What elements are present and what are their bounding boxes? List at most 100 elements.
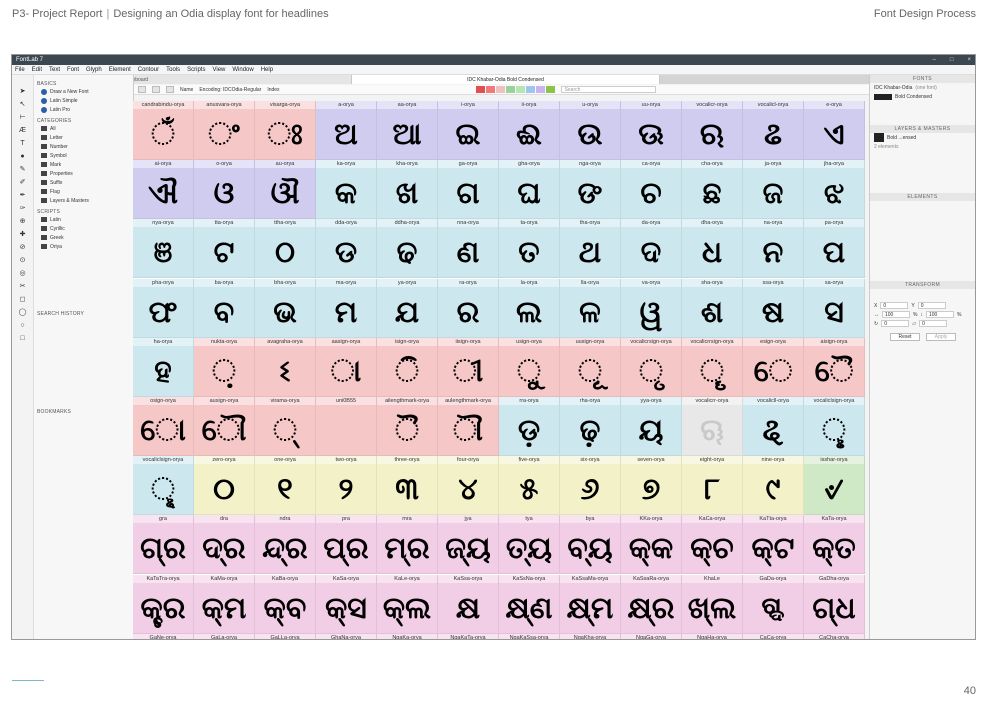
color-swatch[interactable] bbox=[475, 86, 485, 93]
rectangle-icon[interactable]: ◻ bbox=[18, 295, 27, 304]
kerning-icon[interactable]: Æ bbox=[18, 126, 27, 135]
glyph-cell[interactable]: kha-orya ଖ bbox=[377, 160, 438, 220]
glyph-cell[interactable]: esign-oryaେ bbox=[743, 337, 804, 397]
glyph-cell[interactable]: ca-orya ଚ bbox=[621, 160, 682, 220]
close-icon[interactable]: × bbox=[967, 57, 971, 63]
tab-sketchboard[interactable]: Sketchboard bbox=[112, 75, 352, 84]
glyph-cell[interactable]: GaNe-orya bbox=[133, 633, 194, 639]
glyph-cell[interactable]: ba-orya ବ bbox=[194, 278, 255, 338]
glyph-cell[interactable]: vocalicrrsign-oryaୄ bbox=[682, 337, 743, 397]
glyph-cell[interactable]: KaSsaRa-orya କ୍ଷ୍ର bbox=[621, 574, 682, 634]
glyph-cell[interactable]: two-orya ୨ bbox=[316, 456, 377, 516]
glyph-cell[interactable]: lla-orya ଳ bbox=[560, 278, 621, 338]
text-icon[interactable]: T bbox=[18, 139, 27, 148]
name-mode[interactable]: Name bbox=[180, 87, 193, 93]
glyph-cell[interactable]: GaDha-orya ଗ୍ଧ bbox=[804, 574, 865, 634]
glyph-cell[interactable]: tya ତ୍ୟ bbox=[499, 515, 560, 575]
glyph-cell[interactable]: ra-orya ର bbox=[438, 278, 499, 338]
menu-item[interactable]: Font bbox=[67, 67, 79, 73]
category-item[interactable]: Symbol bbox=[37, 151, 130, 160]
glyph-cell[interactable]: pra ପ୍ର bbox=[316, 515, 377, 575]
glyph-cell[interactable]: iisign-oryaୀ bbox=[438, 337, 499, 397]
x-field[interactable]: 0 bbox=[880, 302, 909, 309]
pen-icon[interactable]: ✎ bbox=[18, 165, 27, 174]
glyph-cell[interactable]: ddha-orya ଢ bbox=[377, 219, 438, 279]
menu-item[interactable]: Glyph bbox=[86, 67, 102, 73]
height-field[interactable]: 100 bbox=[925, 311, 954, 318]
encoding-selector[interactable]: Encoding: IDCOdia-Regular bbox=[199, 87, 261, 93]
glyph-cell[interactable]: aasign-oryaା bbox=[316, 337, 377, 397]
info-icon[interactable] bbox=[138, 86, 146, 93]
glyph-cell[interactable]: KKa-orya କ୍କ bbox=[621, 515, 682, 575]
color-swatch[interactable] bbox=[515, 86, 525, 93]
glyph-cell[interactable]: KaTaTra-orya କ୍ତ୍ର bbox=[133, 574, 194, 634]
glyph-cell[interactable]: dra ଦ୍ର bbox=[194, 515, 255, 575]
maximize-icon[interactable]: □ bbox=[950, 57, 954, 63]
pointer-icon[interactable]: ➤ bbox=[18, 87, 27, 96]
glyph-cell[interactable]: vocalicrsign-oryaୃ bbox=[621, 337, 682, 397]
glyph-cell[interactable]: jya ଜ୍ୟ bbox=[438, 515, 499, 575]
glyph-cell[interactable]: tha-orya ଥ bbox=[560, 219, 621, 279]
glyph-cell[interactable]: pha-orya ଫ bbox=[133, 278, 194, 338]
search-input[interactable]: Search bbox=[560, 86, 656, 93]
glyph-cell[interactable]: visarga-oryaଃ bbox=[255, 101, 316, 160]
glyph-cell[interactable]: CaCa-orya bbox=[743, 633, 804, 639]
script-item[interactable]: Greek bbox=[37, 233, 130, 242]
glyph-cell[interactable]: aulengthmark-oryaୗ bbox=[438, 397, 499, 456]
glyph-cell[interactable]: eight-orya ୮ bbox=[682, 456, 743, 516]
glyph-cell[interactable]: e-orya ଏ bbox=[804, 101, 865, 160]
glyph-cell[interactable]: GhaNa-orya bbox=[316, 633, 377, 639]
basics-item[interactable]: Latin Pro bbox=[37, 105, 130, 114]
glyph-cell[interactable]: ii-orya ଈ bbox=[499, 101, 560, 160]
font-entry[interactable]: IDC Khabar-Odia (one font) bbox=[870, 83, 975, 92]
glyph-cell[interactable]: vocalicl-orya ଌ bbox=[743, 101, 804, 160]
pencil-icon[interactable]: ✒ bbox=[18, 191, 27, 200]
menu-item[interactable]: Window bbox=[232, 67, 253, 73]
glyph-cell[interactable]: six-orya ୬ bbox=[560, 456, 621, 516]
glyph-cell[interactable]: rra-orya ଡ଼ bbox=[499, 397, 560, 456]
glyph-cell[interactable]: NgaHa-orya bbox=[682, 633, 743, 639]
glyph-cell[interactable]: jha-orya ଝ bbox=[804, 160, 865, 220]
glyph-cell[interactable]: da-orya ଦ bbox=[621, 219, 682, 279]
glyph-cell[interactable]: ka-orya କ bbox=[316, 160, 377, 220]
color-swatch[interactable] bbox=[505, 86, 515, 93]
glyph-cell[interactable]: CaCha-orya bbox=[804, 633, 865, 639]
category-item[interactable]: Mark bbox=[37, 160, 130, 169]
layer-row[interactable]: Bold ...ensed bbox=[870, 133, 975, 142]
menu-item[interactable]: File bbox=[15, 67, 25, 73]
glyph-cell[interactable]: KaSsa-orya କ୍ଷ bbox=[438, 574, 499, 634]
glyph-cell[interactable]: ha-orya ହ bbox=[133, 337, 194, 397]
glyph-cell[interactable]: tta-orya ଟ bbox=[194, 219, 255, 279]
glyph-cell[interactable]: gha-orya ଘ bbox=[499, 160, 560, 220]
glyph-cell[interactable]: uu-orya ଊ bbox=[621, 101, 682, 160]
glyph-cell[interactable]: vocalicrr-orya ୠ bbox=[682, 397, 743, 456]
eye-icon[interactable]: ◎ bbox=[18, 269, 27, 278]
glyph-cell[interactable]: ma-orya ମ bbox=[316, 278, 377, 338]
menu-item[interactable]: Tools bbox=[166, 67, 180, 73]
glyph-cell[interactable]: aisign-oryaୈ bbox=[804, 337, 865, 397]
font-style-entry[interactable]: Bold Condensed bbox=[870, 92, 975, 101]
rotate-field[interactable]: 0 bbox=[881, 320, 910, 327]
glyph-cell[interactable]: nine-orya ୯ bbox=[743, 456, 804, 516]
glyph-cell[interactable]: KaSsaMa-orya କ୍ଷ୍ମ bbox=[560, 574, 621, 634]
circle-icon[interactable]: ○ bbox=[18, 321, 27, 330]
glyph-cell[interactable]: isshar-orya ୰ bbox=[804, 456, 865, 516]
y-field[interactable]: 0 bbox=[917, 302, 946, 309]
glyph-cell[interactable]: pa-orya ପ bbox=[804, 219, 865, 279]
script-item[interactable]: Cyrillic bbox=[37, 224, 130, 233]
tab-font-window[interactable]: IDC Khabar-Odia Bold Condensed bbox=[352, 75, 660, 84]
glyph-cell[interactable]: bha-orya ଭ bbox=[255, 278, 316, 338]
glyph-cell[interactable]: KaSsNa-orya କ୍ଷ୍ଣ bbox=[499, 574, 560, 634]
glyph-cell[interactable]: dda-orya ଡ bbox=[316, 219, 377, 279]
glyph-cell[interactable]: three-orya ୩ bbox=[377, 456, 438, 516]
erase-icon[interactable]: ⊘ bbox=[18, 243, 27, 252]
glyph-cell[interactable]: candrabindu-oryaଁ bbox=[133, 101, 194, 160]
glyph-cell[interactable]: NgaGa-orya bbox=[621, 633, 682, 639]
glyph-cell[interactable]: ssa-orya ଷ bbox=[743, 278, 804, 338]
glyph-cell[interactable]: vocaliclsign-oryaୢ bbox=[804, 397, 865, 456]
menu-item[interactable]: View bbox=[212, 67, 225, 73]
color-swatch[interactable] bbox=[525, 86, 535, 93]
glyph-cell[interactable]: u-orya ଉ bbox=[560, 101, 621, 160]
menu-item[interactable]: Element bbox=[109, 67, 131, 73]
category-item[interactable]: Number bbox=[37, 142, 130, 151]
